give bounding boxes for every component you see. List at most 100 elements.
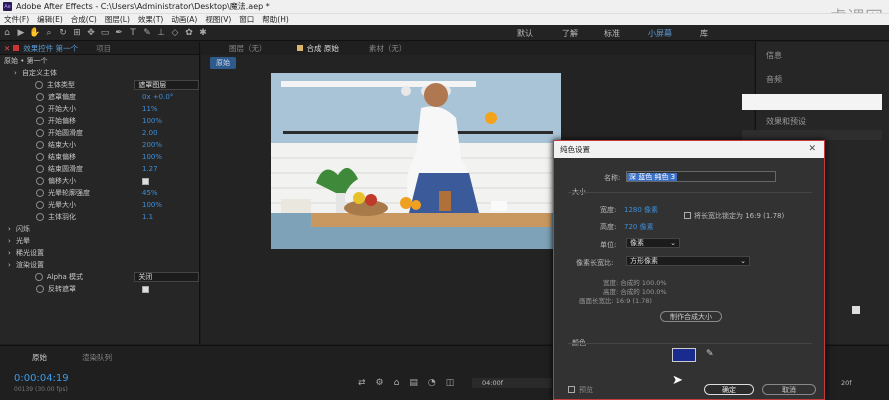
property-value[interactable]: 11%: [142, 105, 158, 113]
height-value[interactable]: 720 像素: [624, 222, 654, 232]
rectangle-tool-icon[interactable]: ▭: [98, 27, 112, 39]
property-row[interactable]: 结束圆滑度 1.27: [0, 163, 199, 175]
lock-aspect-checkbox[interactable]: [684, 212, 691, 219]
menu-animation[interactable]: 动画(A): [167, 14, 201, 25]
property-row[interactable]: 结束偏移 100%: [0, 151, 199, 163]
width-value[interactable]: 1280 像素: [624, 205, 658, 215]
tab-render-queue[interactable]: 渲染队列: [82, 352, 112, 363]
stopwatch-icon[interactable]: [36, 93, 44, 101]
pen-tool-icon[interactable]: ✒: [112, 27, 126, 39]
menu-composition[interactable]: 合成(C): [67, 14, 101, 25]
property-value[interactable]: 1.27: [142, 165, 158, 173]
property-row[interactable]: 主体类型 遮罩图层: [0, 79, 199, 91]
stopwatch-icon[interactable]: [36, 201, 44, 209]
tab-effect-controls[interactable]: 效果控件 第一个: [23, 43, 78, 54]
preview-checkbox[interactable]: [568, 386, 575, 393]
property-value[interactable]: 200%: [142, 141, 162, 149]
menu-help[interactable]: 帮助(H): [258, 14, 293, 25]
tab-footage[interactable]: 素材（无）: [369, 43, 407, 54]
property-dropdown[interactable]: 关闭: [134, 272, 199, 282]
effects-search[interactable]: [742, 130, 882, 140]
property-dropdown[interactable]: 遮罩图层: [134, 80, 199, 90]
disclosure-triangle-icon[interactable]: ›: [8, 249, 16, 257]
disclosure-triangle-icon[interactable]: ›: [8, 237, 16, 245]
property-row[interactable]: 遮罩偏度 0x +0.0°: [0, 91, 199, 103]
unit-select[interactable]: 像素 ⌄: [626, 238, 680, 248]
camera-tool-icon[interactable]: ⊞: [70, 27, 84, 39]
roto-tool-icon[interactable]: ✿: [182, 27, 196, 39]
property-value[interactable]: 45%: [142, 189, 158, 197]
stopwatch-icon[interactable]: [35, 81, 43, 89]
tab-project[interactable]: 项目: [96, 43, 111, 54]
ok-button[interactable]: 确定: [704, 384, 754, 395]
property-value[interactable]: 1.1: [142, 213, 153, 221]
audio-tab[interactable]: 音频: [766, 74, 782, 85]
property-row[interactable]: › 稀光设置: [0, 247, 199, 259]
stopwatch-icon[interactable]: [36, 141, 44, 149]
brush-tool-icon[interactable]: ✎: [140, 27, 154, 39]
panel-menu-icon[interactable]: [852, 306, 860, 314]
draft-3d-icon[interactable]: ⚙: [376, 378, 384, 388]
pixel-aspect-select[interactable]: 方形像素 ⌄: [626, 256, 750, 266]
workspace-default[interactable]: 默认: [517, 28, 533, 39]
name-input[interactable]: 深 蓝色 纯色 3: [626, 171, 776, 182]
stamp-tool-icon[interactable]: ⊥: [154, 27, 168, 39]
type-tool-icon[interactable]: T: [126, 27, 140, 39]
stopwatch-icon[interactable]: [36, 177, 44, 185]
stopwatch-icon[interactable]: [36, 153, 44, 161]
frame-blending-icon[interactable]: ▤: [409, 378, 418, 388]
comp-flowchart-icon[interactable]: ⇄: [358, 378, 366, 388]
property-row[interactable]: › 光晕: [0, 235, 199, 247]
cancel-button[interactable]: 取消: [762, 384, 816, 395]
make-comp-size-button[interactable]: 制作合成大小: [660, 311, 722, 322]
stopwatch-icon[interactable]: [36, 129, 44, 137]
property-value[interactable]: 100%: [142, 201, 162, 209]
property-value[interactable]: 100%: [142, 117, 162, 125]
time-ruler[interactable]: 04:00f: [472, 378, 552, 388]
hand-tool-icon[interactable]: ✋: [28, 27, 42, 39]
timecode-display[interactable]: 0:00:04:19: [14, 373, 69, 384]
workspace-standard[interactable]: 标准: [604, 28, 620, 39]
property-row[interactable]: 主体羽化 1.1: [0, 211, 199, 223]
color-swatch[interactable]: [672, 348, 696, 362]
menu-layer[interactable]: 图层(L): [101, 14, 134, 25]
workspace-libraries[interactable]: 库: [700, 28, 708, 39]
property-row[interactable]: 光晕大小 100%: [0, 199, 199, 211]
disclosure-triangle-icon[interactable]: ›: [14, 69, 22, 77]
info-tab[interactable]: 信息: [766, 50, 782, 61]
menu-window[interactable]: 窗口: [235, 14, 258, 25]
close-icon[interactable]: ✕: [4, 44, 10, 53]
property-value[interactable]: 100%: [142, 153, 162, 161]
eraser-tool-icon[interactable]: ◇: [168, 27, 182, 39]
stopwatch-icon[interactable]: [36, 213, 44, 221]
menu-effect[interactable]: 效果(T): [134, 14, 167, 25]
tab-composition[interactable]: 合成 原始: [296, 43, 339, 54]
search-field[interactable]: [742, 94, 882, 110]
property-value[interactable]: 0x +0.0°: [142, 93, 173, 101]
stopwatch-icon[interactable]: [35, 273, 43, 281]
zoom-tool-icon[interactable]: ⌕: [42, 27, 56, 39]
puppet-tool-icon[interactable]: ✱: [196, 27, 210, 39]
property-value[interactable]: 2.00: [142, 129, 158, 137]
property-row[interactable]: 光晕轮廓强度 45%: [0, 187, 199, 199]
motion-blur-icon[interactable]: ◔: [428, 378, 436, 388]
stopwatch-icon[interactable]: [36, 117, 44, 125]
property-row[interactable]: 结束大小 200%: [0, 139, 199, 151]
tab-layer[interactable]: 图层（无）: [229, 43, 267, 54]
rotate-tool-icon[interactable]: ↻: [56, 27, 70, 39]
disclosure-triangle-icon[interactable]: ›: [8, 225, 16, 233]
shy-layers-icon[interactable]: ⌂: [394, 378, 400, 388]
effects-presets-tab[interactable]: 效果和预设: [766, 116, 806, 127]
menu-file[interactable]: 文件(F): [0, 14, 33, 25]
property-row[interactable]: 开始大小 11%: [0, 103, 199, 115]
property-row[interactable]: 开始偏移 100%: [0, 115, 199, 127]
property-row[interactable]: › 自定义主体: [0, 67, 199, 79]
close-icon[interactable]: ✕: [808, 144, 816, 154]
tab-timeline-comp[interactable]: 原始: [32, 352, 47, 363]
stopwatch-icon[interactable]: [36, 189, 44, 197]
workspace-learn[interactable]: 了解: [562, 28, 578, 39]
workspace-small-screen[interactable]: 小屏幕: [648, 28, 672, 39]
property-row[interactable]: 偏移大小: [0, 175, 199, 187]
stopwatch-icon[interactable]: [36, 105, 44, 113]
graph-editor-icon[interactable]: ◫: [446, 378, 455, 388]
